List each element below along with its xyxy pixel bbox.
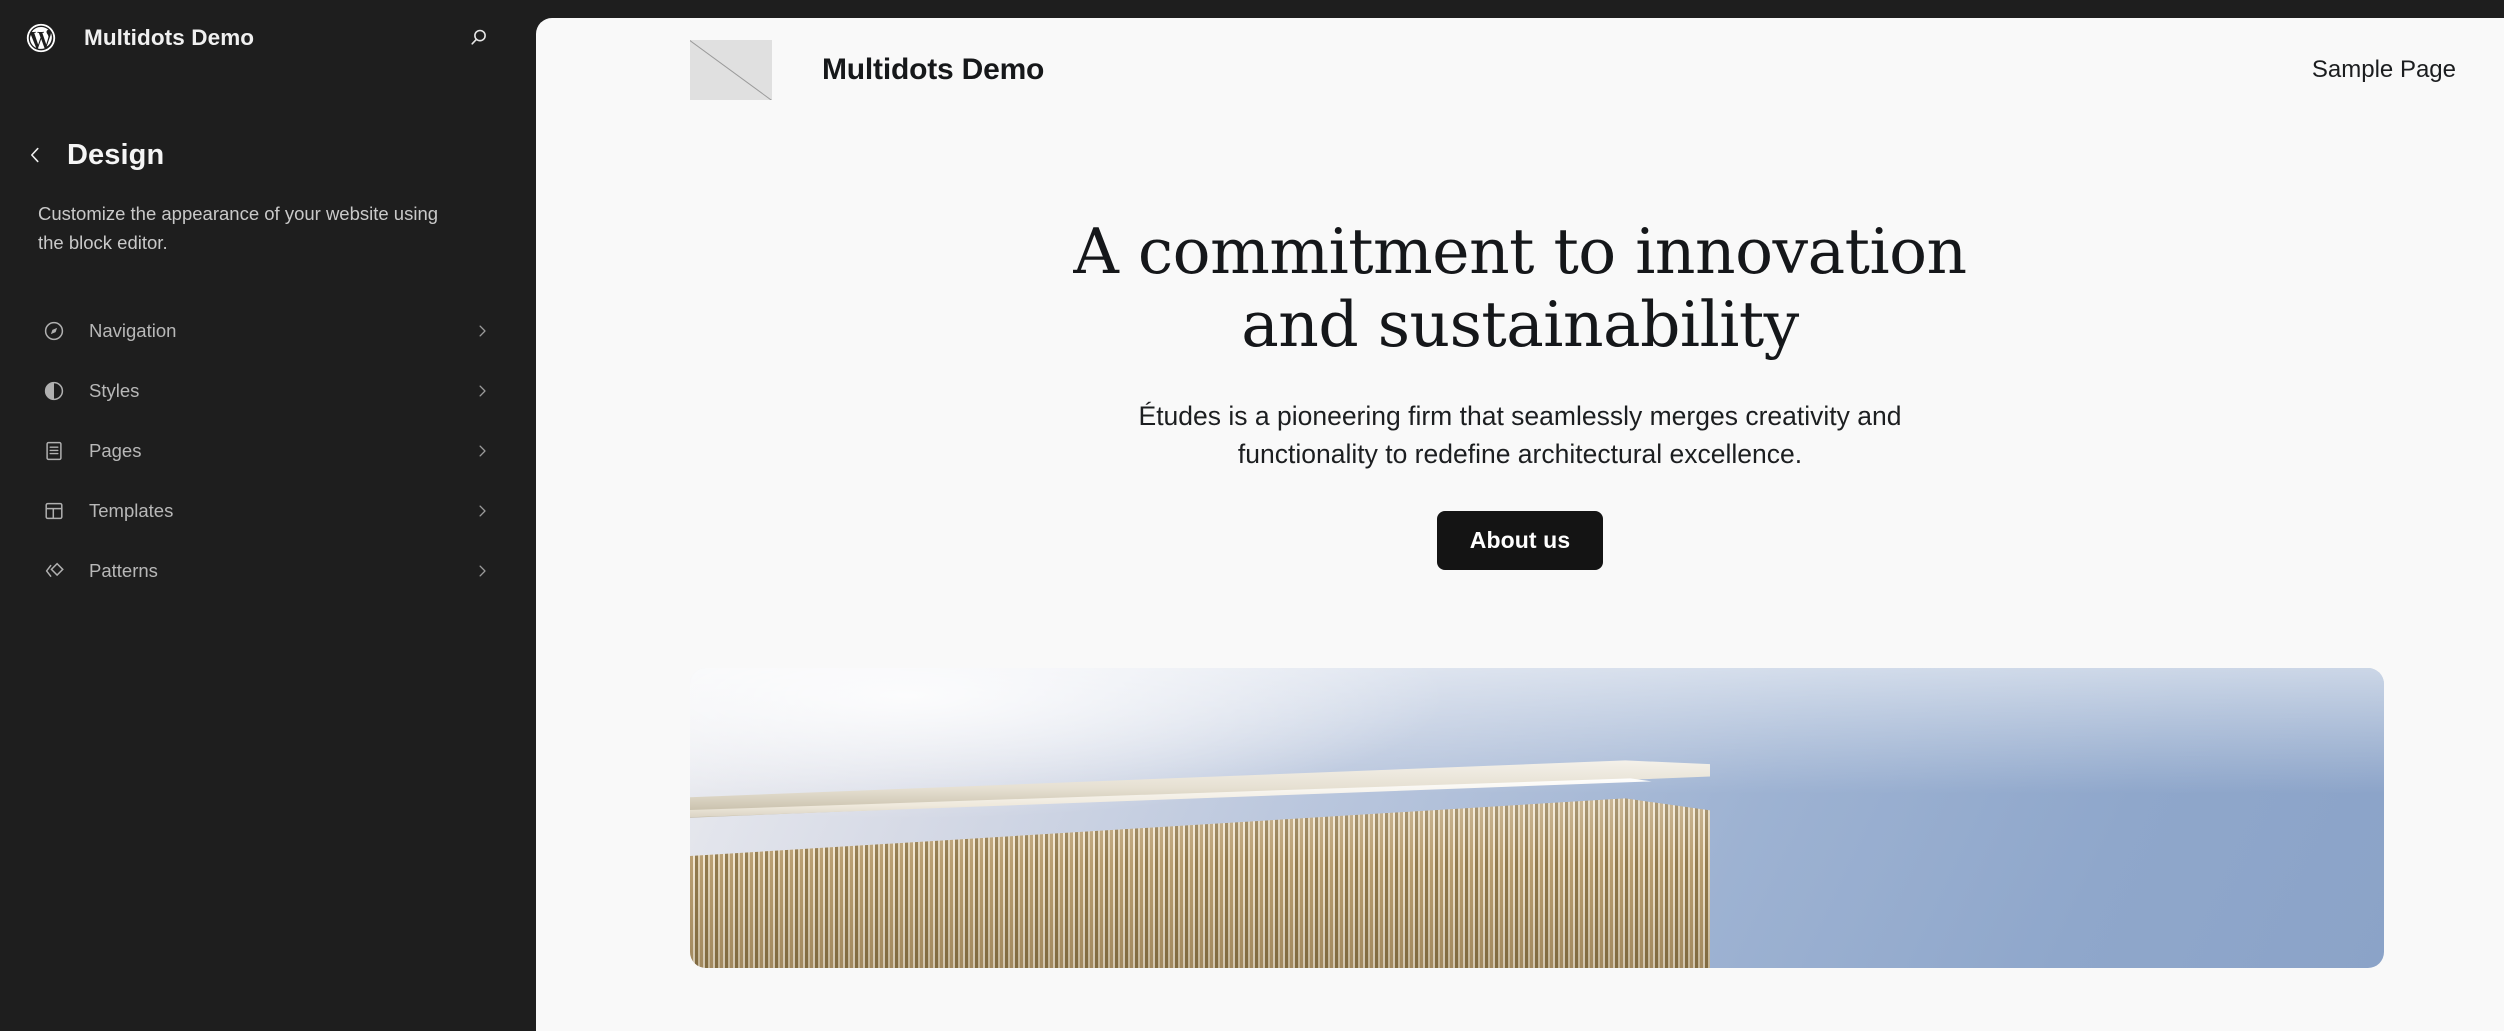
sidebar-item-navigation[interactable]: Navigation bbox=[26, 301, 508, 361]
page-title: Design bbox=[67, 138, 165, 171]
patterns-icon bbox=[41, 558, 67, 584]
sidebar-item-patterns[interactable]: Patterns bbox=[26, 541, 508, 601]
sidebar-menu: Navigation Styles Pages Templates Patter… bbox=[0, 301, 536, 601]
sidebar-item-label: Templates bbox=[89, 500, 174, 522]
sidebar-item-label: Navigation bbox=[89, 320, 177, 342]
chevron-right-icon bbox=[472, 321, 492, 341]
wordpress-logo-icon[interactable] bbox=[20, 17, 62, 59]
chevron-left-icon[interactable] bbox=[16, 136, 54, 174]
building-structure bbox=[690, 760, 1710, 969]
sidebar-header: Multidots Demo bbox=[0, 0, 536, 76]
hero-title: A commitment to innovation and sustainab… bbox=[1073, 215, 1967, 362]
site-preview-canvas[interactable]: Multidots Demo Sample Page A commitment … bbox=[536, 18, 2504, 1031]
about-us-button[interactable]: About us bbox=[1436, 511, 1604, 571]
hero-image bbox=[690, 668, 2384, 969]
editor-sidebar: Multidots Demo Design Customize the appe… bbox=[0, 0, 536, 1031]
hero-button-row: About us bbox=[656, 511, 2384, 571]
chevron-right-icon bbox=[472, 561, 492, 581]
wordpress-site-editor: Multidots Demo Design Customize the appe… bbox=[0, 0, 2504, 1031]
panel-title-row: Design bbox=[0, 136, 536, 174]
sidebar-item-label: Pages bbox=[89, 440, 142, 462]
sidebar-site-title: Multidots Demo bbox=[84, 25, 255, 50]
hero-subtitle: Études is a pioneering firm that seamles… bbox=[1138, 401, 1902, 469]
site-header: Multidots Demo Sample Page bbox=[536, 18, 2504, 122]
nav-link-sample-page[interactable]: Sample Page bbox=[2312, 56, 2456, 84]
chevron-right-icon bbox=[472, 441, 492, 461]
sidebar-item-templates[interactable]: Templates bbox=[26, 481, 508, 541]
building-fins bbox=[690, 798, 1710, 969]
compass-icon bbox=[41, 318, 67, 344]
contrast-icon bbox=[41, 378, 67, 404]
chevron-right-icon bbox=[472, 501, 492, 521]
sidebar-item-label: Styles bbox=[89, 380, 140, 402]
preview-site-name: Multidots Demo bbox=[822, 53, 1045, 86]
panel-description: Customize the appearance of your website… bbox=[38, 203, 439, 253]
sidebar-item-label: Patterns bbox=[89, 560, 158, 582]
hero-section: A commitment to innovation and sustainab… bbox=[536, 215, 2504, 571]
broken-image-placeholder-icon bbox=[690, 40, 772, 100]
chevron-right-icon bbox=[472, 381, 492, 401]
hero-image-photo bbox=[690, 668, 2384, 969]
sidebar-item-styles[interactable]: Styles bbox=[26, 361, 508, 421]
search-icon[interactable] bbox=[454, 14, 502, 62]
site-preview-frame: Multidots Demo Sample Page A commitment … bbox=[536, 0, 2504, 1031]
layout-icon bbox=[41, 498, 67, 524]
page-icon bbox=[41, 438, 67, 464]
sidebar-item-pages[interactable]: Pages bbox=[26, 421, 508, 481]
